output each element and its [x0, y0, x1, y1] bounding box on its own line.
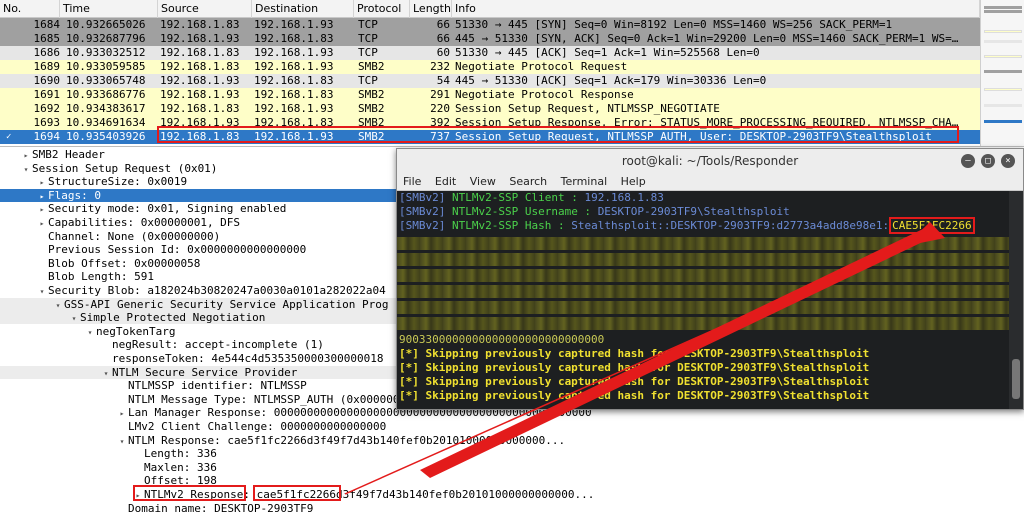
- annotation-arrows: [344, 222, 945, 495]
- ntlmv2-hash-highlight: [253, 485, 341, 501]
- ntlmv2-label-highlight: [133, 485, 246, 501]
- arrow-head: [905, 222, 945, 246]
- arrow-shaft: [420, 228, 935, 478]
